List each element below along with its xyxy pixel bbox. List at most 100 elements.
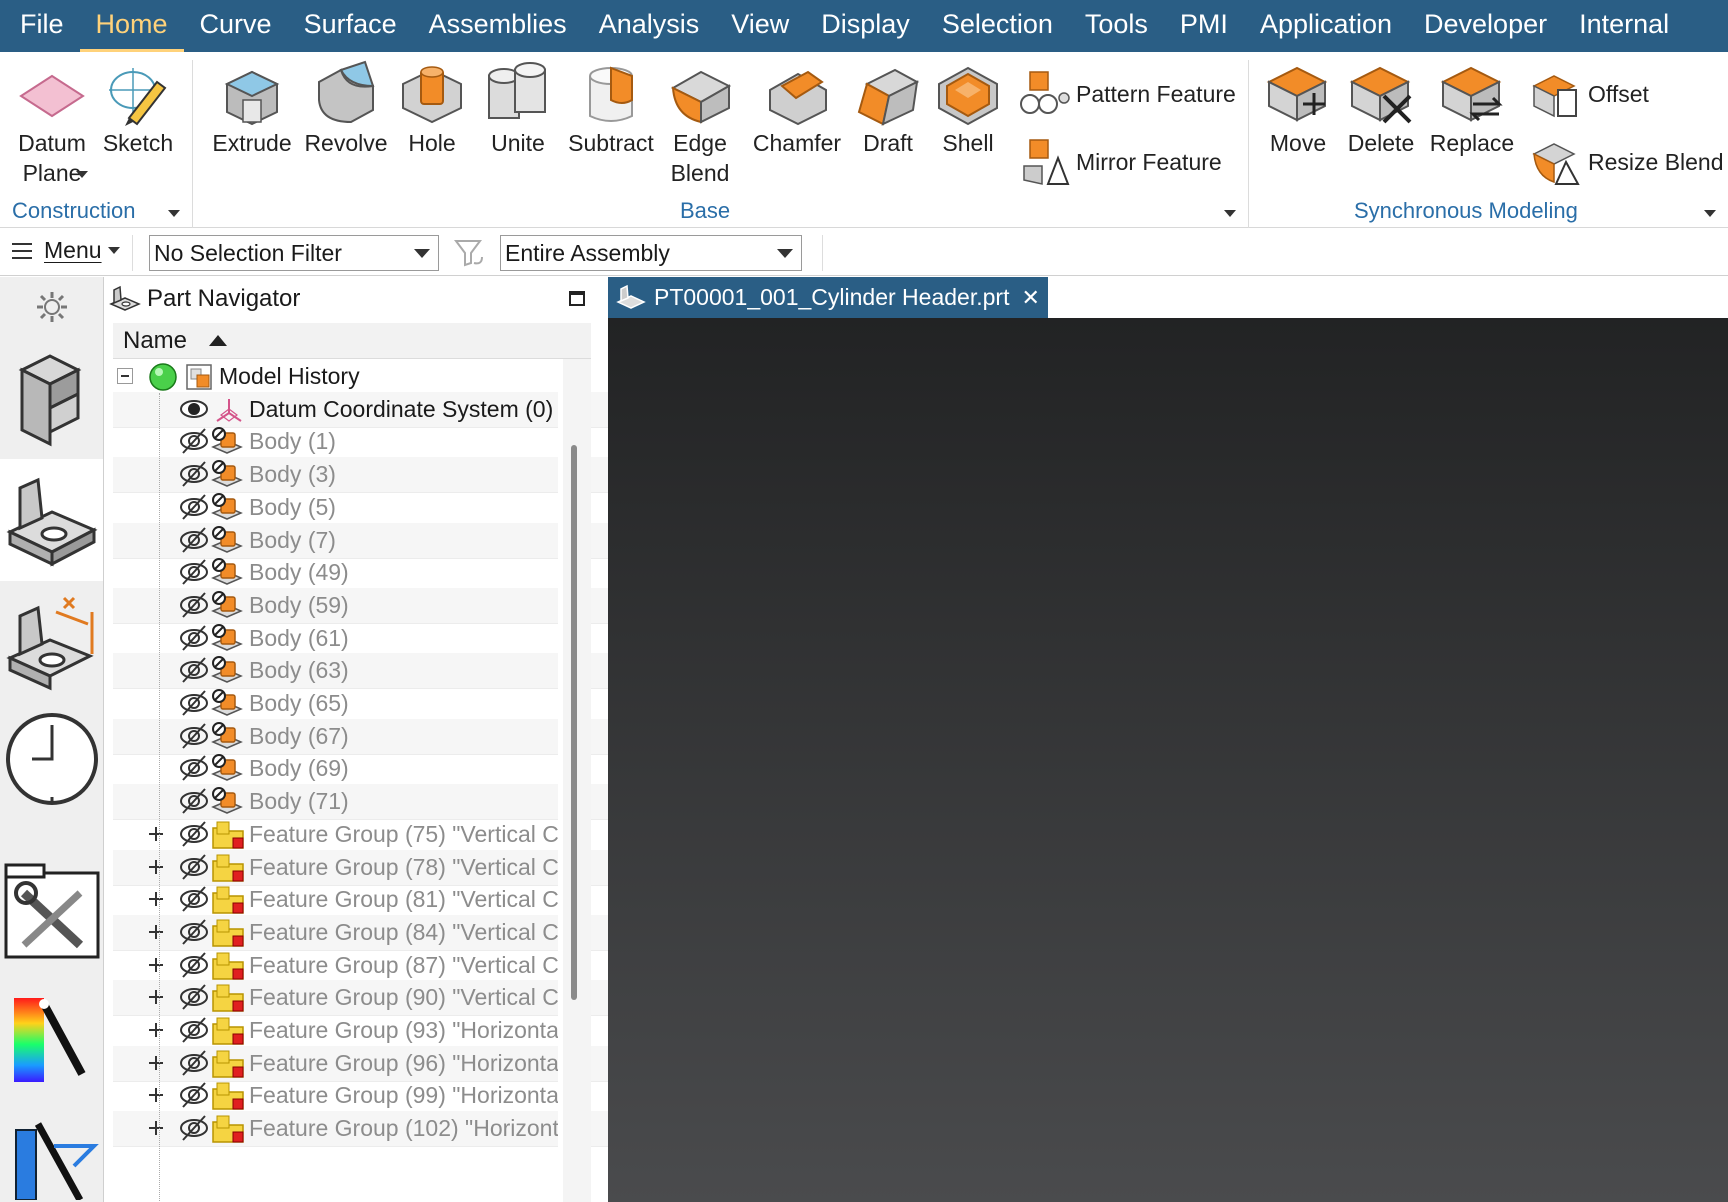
expand-icon[interactable] — [149, 957, 163, 972]
subtract-label: Subtract — [568, 130, 654, 156]
menu-button[interactable]: Menu — [12, 237, 120, 264]
maximize-icon[interactable] — [569, 291, 585, 306]
resource-bar-settings[interactable] — [0, 285, 104, 329]
expand-icon[interactable] — [149, 1088, 163, 1103]
resource-bar-history[interactable] — [0, 705, 104, 813]
move-button[interactable]: Move — [1260, 60, 1336, 158]
expand-icon[interactable] — [149, 990, 163, 1005]
menu-file[interactable]: File — [0, 0, 80, 52]
extrude-button[interactable]: Extrude — [206, 60, 298, 158]
document-tab-title: PT00001_001_Cylinder Header.prt — [654, 284, 1010, 310]
menu-curve[interactable]: Curve — [184, 0, 288, 52]
selection-filter-dropdown[interactable]: No Selection Filter — [149, 235, 439, 271]
chevron-down-icon[interactable] — [168, 210, 180, 217]
tree-node-label: Body (1) — [249, 428, 336, 455]
edge-blend-button[interactable]: Edge Blend — [660, 60, 740, 188]
expand-icon[interactable] — [149, 892, 163, 907]
chevron-down-icon[interactable] — [76, 171, 88, 178]
expand-icon[interactable] — [149, 924, 163, 939]
replace-face-button[interactable]: Replace — [1426, 60, 1518, 158]
extrude-label: Extrude — [212, 130, 292, 156]
group-separator — [1248, 60, 1249, 228]
edge-blend-label-2: Blend — [670, 160, 730, 186]
resource-bar-constraint-navigator[interactable] — [0, 589, 104, 699]
delete-face-button[interactable]: Delete — [1340, 60, 1422, 158]
menu-assemblies[interactable]: Assemblies — [413, 0, 583, 52]
collapse-icon[interactable] — [117, 368, 133, 384]
hamburger-icon — [12, 242, 32, 259]
tree-node-label: Body (5) — [249, 493, 336, 520]
selection-filter-value: No Selection Filter — [154, 240, 342, 266]
expand-icon[interactable] — [149, 859, 163, 874]
unite-label: Unite — [491, 130, 545, 156]
resource-bar-part-navigator[interactable] — [0, 459, 103, 581]
document-tab[interactable]: PT00001_001_Cylinder Header.prt ✕ — [608, 277, 1048, 318]
chamfer-icon — [769, 70, 827, 126]
menu-analysis[interactable]: Analysis — [583, 0, 716, 52]
shell-label: Shell — [942, 130, 994, 156]
datum-plane-label-2: Plane — [8, 158, 96, 188]
shell-icon — [938, 66, 998, 126]
expand-icon[interactable] — [149, 826, 163, 841]
tree-node-label: Datum Coordinate System (0) — [249, 395, 554, 422]
menu-home[interactable]: Home — [79, 0, 184, 52]
sketch-button[interactable]: Sketch — [100, 60, 176, 158]
draft-button[interactable]: Draft — [850, 60, 926, 158]
close-icon[interactable]: ✕ — [1021, 285, 1039, 311]
sketch-label: Sketch — [102, 130, 174, 156]
chevron-down-icon — [414, 249, 430, 258]
expand-icon[interactable] — [149, 1121, 163, 1136]
scope-dropdown[interactable]: Entire Assembly — [500, 235, 802, 271]
funnel-filter-icon[interactable] — [452, 235, 488, 271]
navigator-scrollbar-thumb[interactable] — [571, 445, 577, 1000]
menu-surface[interactable]: Surface — [288, 0, 413, 52]
part-navigator-title-icon — [109, 285, 141, 311]
resource-bar-reuse-library[interactable] — [0, 1107, 104, 1202]
feature-group-icon — [211, 1114, 247, 1154]
resource-bar-color-palette[interactable] — [0, 985, 104, 1095]
hidden-eye-icon[interactable] — [179, 1114, 213, 1152]
move-label: Move — [1269, 130, 1327, 156]
resize-blend-label: Resize Blend — [1588, 148, 1724, 175]
mirror-feature-button[interactable]: Mirror Feature — [1018, 136, 1222, 188]
expand-icon[interactable] — [149, 1023, 163, 1037]
chevron-down-icon[interactable] — [1224, 210, 1236, 217]
resource-bar-assembly-navigator[interactable] — [0, 335, 104, 457]
replace-face-icon — [1440, 66, 1503, 122]
expand-icon[interactable] — [149, 1055, 163, 1070]
menu-tools[interactable]: Tools — [1069, 0, 1164, 52]
menu-application[interactable]: Application — [1244, 0, 1408, 52]
move-face-icon — [1266, 66, 1328, 122]
menu-pmi[interactable]: PMI — [1164, 0, 1244, 52]
menu-label: Menu — [44, 237, 102, 263]
hole-button[interactable]: Hole — [394, 60, 470, 158]
tree-node-label: Feature Group (99) "Horizonta — [249, 1082, 559, 1109]
tree-node-label: Feature Group (78) "Vertical C — [249, 853, 559, 880]
menu-view[interactable]: View — [715, 0, 805, 52]
datum-plane-button[interactable]: Datum Plane — [8, 60, 96, 188]
subtract-button[interactable]: Subtract — [562, 60, 660, 158]
chevron-down-icon[interactable] — [1704, 210, 1716, 217]
chamfer-button[interactable]: Chamfer — [748, 60, 846, 158]
unite-button[interactable]: Unite — [478, 60, 558, 158]
offset-face-button[interactable]: Offset — [1530, 68, 1649, 120]
pattern-feature-button[interactable]: Pattern Feature — [1018, 68, 1236, 120]
menu-internal[interactable]: Internal — [1563, 0, 1685, 52]
shell-button[interactable]: Shell — [930, 60, 1006, 158]
edge-blend-label-1: Edge — [673, 130, 727, 156]
resize-blend-button[interactable]: Resize Blend — [1530, 136, 1724, 188]
toolbar-separator — [822, 235, 823, 271]
menu-display[interactable]: Display — [805, 0, 926, 52]
graphics-window[interactable] — [608, 318, 1728, 1202]
menu-selection[interactable]: Selection — [926, 0, 1069, 52]
resource-bar-tools[interactable] — [0, 859, 104, 963]
group-separator — [192, 60, 193, 228]
delete-label: Delete — [1347, 130, 1415, 156]
column-header-name[interactable]: Name — [113, 323, 591, 359]
menu-developer[interactable]: Developer — [1408, 0, 1563, 52]
tree-node-label: Feature Group (96) "Horizonta — [249, 1049, 559, 1076]
construction-group-label: Construction — [12, 198, 136, 223]
menu-bar: File Home Curve Surface Assemblies Analy… — [0, 0, 1728, 52]
navigator-scrollbar[interactable] — [563, 359, 591, 1202]
revolve-button[interactable]: Revolve — [302, 60, 390, 158]
